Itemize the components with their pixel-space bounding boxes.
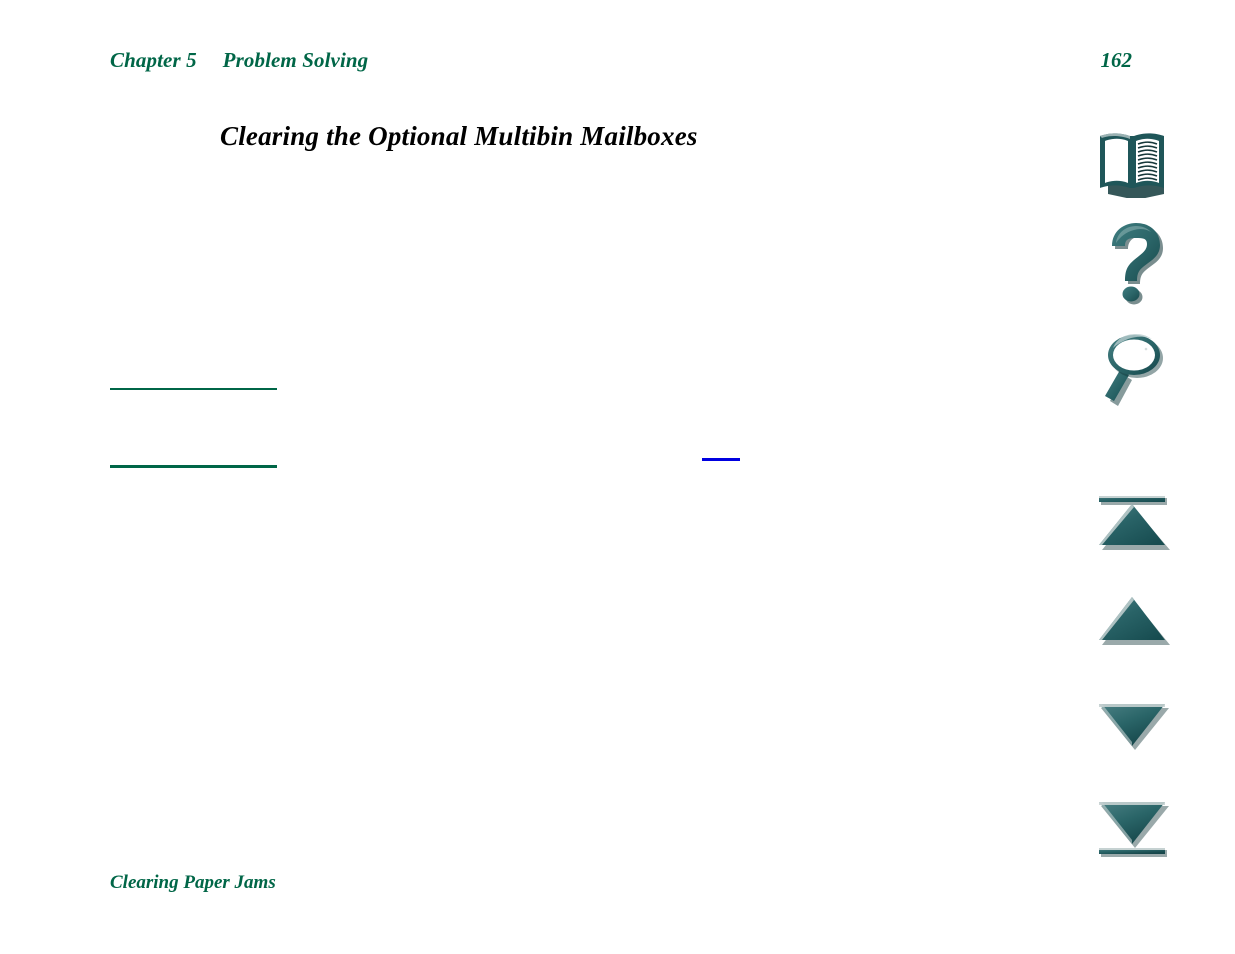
triangle-down-icon (1099, 704, 1169, 750)
nav-search-button[interactable] (1080, 326, 1184, 406)
body-link-1[interactable] (110, 388, 277, 390)
magnifying-glass-icon (1105, 334, 1163, 406)
footer-section-link[interactable]: Clearing Paper Jams (110, 872, 276, 894)
open-book-icon (1100, 133, 1164, 198)
nav-previous-page-button[interactable] (1080, 592, 1184, 646)
nav-next-page-button[interactable] (1080, 698, 1184, 752)
triangle-up-bar-icon (1099, 496, 1170, 550)
chapter-label: Chapter 5 (110, 48, 197, 72)
navigation-rail (1080, 0, 1230, 954)
body-link-3[interactable] (702, 458, 740, 461)
nav-help-button[interactable] (1080, 216, 1184, 308)
body-link-2[interactable] (110, 465, 277, 468)
body-content-area (110, 150, 1050, 850)
running-header: Chapter 5 Problem Solving (110, 48, 368, 73)
triangle-up-icon (1099, 597, 1170, 645)
page-title: Clearing the Optional Multibin Mailboxes (220, 121, 698, 152)
nav-contents-button[interactable] (1080, 124, 1184, 198)
nav-first-page-button[interactable] (1080, 490, 1184, 552)
section-label: Problem Solving (222, 48, 369, 72)
document-page: Chapter 5 Problem Solving 162 Clearing th… (0, 0, 1235, 954)
nav-last-page-button[interactable] (1080, 796, 1184, 862)
question-mark-icon (1112, 223, 1163, 305)
triangle-down-bar-icon (1099, 802, 1169, 857)
